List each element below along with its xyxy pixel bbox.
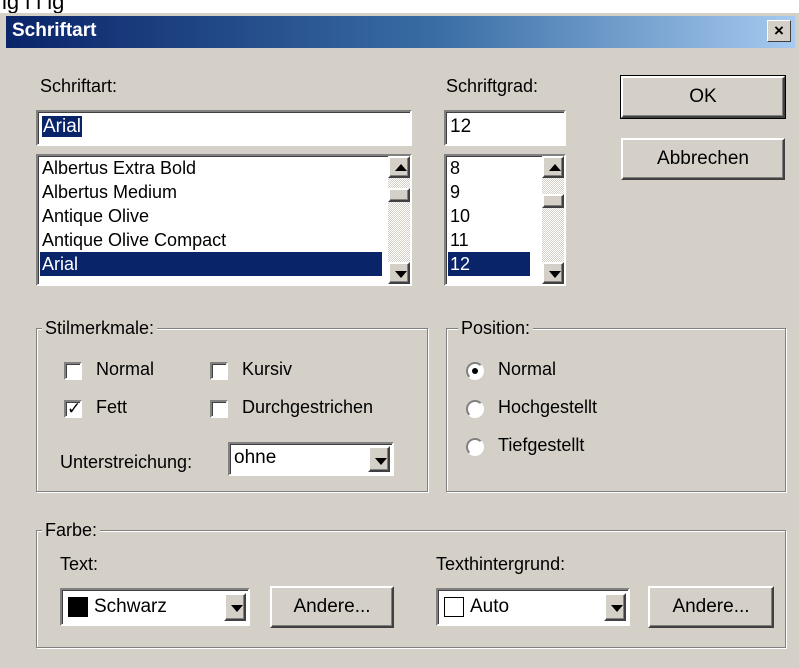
size-list-item-selected[interactable]: 12 — [448, 252, 530, 276]
size-value: 12 — [450, 116, 472, 137]
position-subscript-label: Tiefgestellt — [498, 435, 585, 455]
size-list-item[interactable]: 8 — [448, 156, 460, 180]
cancel-button[interactable]: Abbrechen — [621, 138, 785, 180]
chevron-down-icon — [231, 605, 243, 612]
text-color-label: Text: — [60, 554, 99, 574]
italic-checkbox[interactable] — [210, 362, 228, 380]
position-normal-radio[interactable] — [466, 362, 484, 380]
background-color-swatch — [444, 597, 464, 617]
font-name-input[interactable]: Arial — [36, 110, 412, 146]
size-label: Schriftgrad: — [446, 76, 539, 96]
arrow-up-icon — [549, 164, 561, 171]
underline-label: Unterstreichung: — [60, 452, 193, 472]
arrow-down-icon — [549, 271, 561, 278]
text-color-dropdown-button[interactable] — [224, 593, 246, 621]
normal-checkbox[interactable] — [64, 362, 82, 380]
position-group — [446, 328, 786, 492]
position-superscript-label: Hochgestellt — [498, 397, 598, 417]
underline-value: ohne — [234, 447, 277, 468]
size-list-item[interactable]: 9 — [448, 180, 460, 204]
arrow-up-icon — [395, 164, 407, 171]
position-superscript-radio[interactable] — [466, 400, 484, 418]
dialog-title: Schriftart — [12, 20, 97, 41]
title-bar: Schriftart × — [6, 16, 795, 48]
font-list-item[interactable]: Albertus Medium — [40, 180, 177, 204]
position-group-legend: Position: — [458, 318, 534, 339]
size-list-item[interactable]: 11 — [448, 228, 469, 252]
font-label: Schriftart: — [40, 76, 118, 96]
background-color-dropdown-button[interactable] — [604, 593, 626, 621]
size-list-scrollbar[interactable] — [542, 156, 564, 284]
background-color-other-button[interactable]: Andere... — [648, 586, 774, 628]
normal-checkbox-label: Normal — [96, 359, 155, 379]
font-list-scrollbar[interactable] — [388, 156, 410, 284]
size-list-item[interactable]: 10 — [448, 204, 470, 228]
font-scroll-up-button[interactable] — [388, 156, 410, 178]
position-subscript-radio[interactable] — [466, 438, 484, 456]
chevron-down-icon — [375, 458, 387, 465]
size-list[interactable]: 8 9 10 11 12 — [444, 154, 566, 286]
position-normal-label: Normal — [498, 359, 557, 379]
text-color-swatch — [68, 597, 88, 617]
font-name-value: Arial — [42, 116, 83, 137]
background-color-select[interactable]: Auto — [436, 588, 630, 626]
close-button[interactable]: × — [767, 20, 791, 42]
text-color-other-button[interactable]: Andere... — [270, 586, 394, 628]
close-icon: × — [774, 21, 784, 40]
font-list[interactable]: Albertus Extra Bold Albertus Medium Anti… — [36, 154, 412, 286]
size-input[interactable]: 12 — [444, 110, 566, 146]
strikethrough-checkbox[interactable] — [210, 400, 228, 418]
background-color-value: Auto — [470, 596, 510, 617]
arrow-down-icon — [395, 271, 407, 278]
font-scroll-thumb[interactable] — [388, 188, 410, 202]
bold-checkbox-label: Fett — [96, 397, 128, 417]
underline-select[interactable]: ohne — [228, 442, 394, 476]
size-scroll-thumb[interactable] — [542, 194, 564, 208]
background-color-label: Texthintergrund: — [436, 554, 566, 574]
strikethrough-checkbox-label: Durchgestrichen — [242, 397, 374, 417]
size-scroll-down-button[interactable] — [542, 262, 564, 284]
ok-button[interactable]: OK — [620, 75, 786, 119]
radio-selected-icon — [472, 368, 478, 374]
font-scroll-down-button[interactable] — [388, 262, 410, 284]
font-list-item[interactable]: Antique Olive Compact — [40, 228, 226, 252]
top-partial-text-content: ig l l ig — [2, 0, 65, 13]
underline-dropdown-button[interactable] — [368, 446, 390, 472]
top-partial-text: ig l l ig — [0, 0, 799, 13]
text-color-select[interactable]: Schwarz — [60, 588, 250, 626]
font-list-item[interactable]: Antique Olive — [40, 204, 149, 228]
font-list-item-selected[interactable]: Arial — [40, 252, 382, 276]
font-list-item[interactable]: Albertus Extra Bold — [40, 156, 196, 180]
chevron-down-icon — [611, 605, 623, 612]
color-group-legend: Farbe: — [42, 520, 101, 541]
size-scroll-up-button[interactable] — [542, 156, 564, 178]
bold-checkbox[interactable]: ✓ — [64, 399, 82, 418]
italic-checkbox-label: Kursiv — [242, 359, 293, 379]
text-color-value: Schwarz — [94, 596, 167, 617]
check-icon: ✓ — [67, 399, 82, 418]
style-group-legend: Stilmerkmale: — [42, 318, 158, 339]
